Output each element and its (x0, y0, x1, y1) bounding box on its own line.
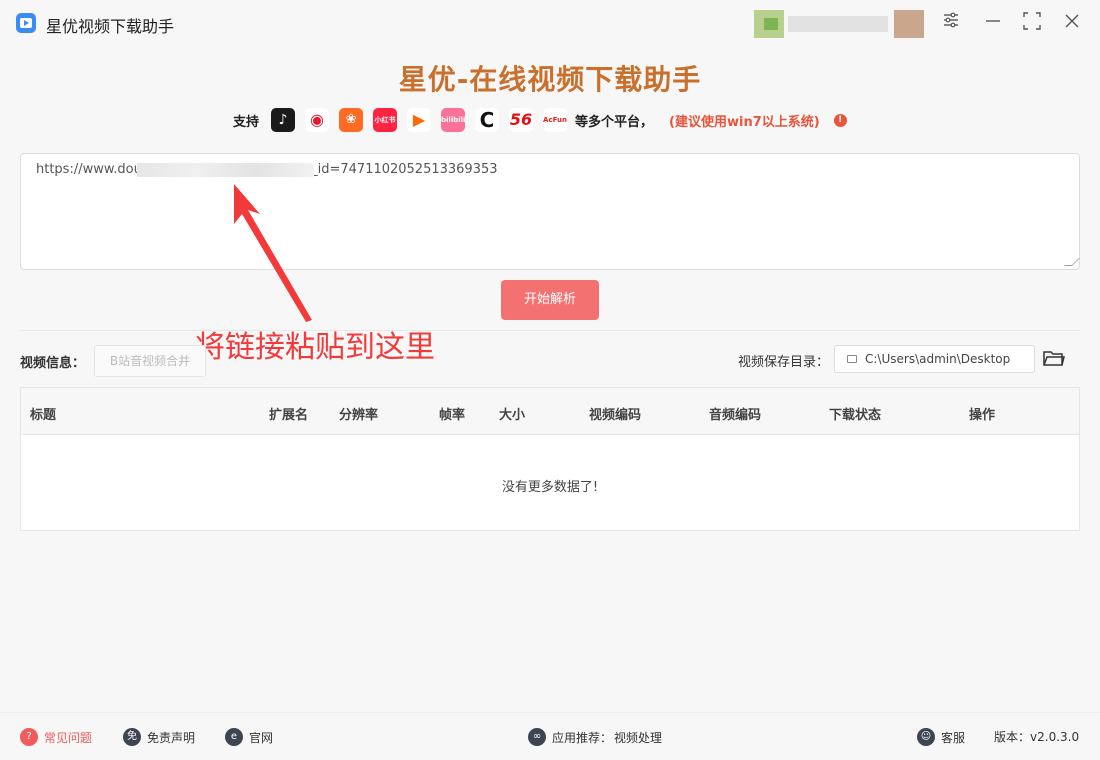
col-resolution: 分辨率 (339, 408, 379, 423)
annotation-text: 将链接粘贴到这里 (195, 330, 435, 365)
col-audio-codec: 音频编码 (709, 408, 762, 423)
col-status: 下载状态 (829, 408, 882, 423)
kuaishou-icon: ❀ (339, 108, 364, 132)
website-label: 官网 (249, 730, 274, 745)
save-path-value: C:\Users\admin\Desktop (865, 352, 1011, 366)
folder-small-icon (847, 355, 857, 363)
56-icon: 56 (509, 108, 534, 132)
video-info-label: 视频信息： (20, 356, 86, 371)
url-prefix: https://www.douj (36, 162, 146, 177)
info-icon[interactable]: ! (833, 113, 847, 127)
faq-link[interactable]: ? 常见问题 (20, 728, 92, 746)
support-icon: ☺ (917, 728, 935, 746)
tencent-video-icon: ▶ (407, 108, 432, 132)
user-avatar[interactable] (754, 10, 926, 38)
divider (20, 330, 1080, 331)
col-actions: 操作 (969, 408, 996, 423)
disclaimer-label: 免责声明 (147, 730, 196, 745)
version-label: 版本： (994, 730, 1031, 744)
footer: ? 常见问题 免 免责声明 e 官网 ∞ 应用推荐： 视频处理 ☺ 客服 版本：… (0, 712, 1100, 760)
maximize-icon[interactable] (1021, 12, 1043, 34)
question-icon: ? (20, 728, 38, 746)
resize-handle-icon[interactable] (1064, 258, 1080, 266)
bilibili-icon: bilibili (441, 108, 465, 132)
start-parse-button[interactable]: 开始解析 (501, 280, 599, 320)
brand-title: 星优-在线视频下载助手 (398, 63, 702, 96)
video-table: 标题 扩展名 分辨率 帧率 大小 视频编码 音频编码 下载状态 操作 没有更多数… (20, 387, 1080, 531)
support-label: 支持 (233, 114, 260, 130)
app-title: 星优视频下载助手 (46, 17, 175, 36)
open-folder-icon[interactable] (1043, 348, 1065, 368)
close-icon[interactable] (1061, 12, 1083, 34)
version-info: 版本： v2.0.3.0 (994, 728, 1079, 745)
settings-icon[interactable] (940, 12, 962, 34)
save-dir-label: 视频保存目录： (738, 355, 830, 370)
acfun-icon: AcFun (543, 108, 568, 132)
app-recommend[interactable]: ∞ 应用推荐： 视频处理 (528, 728, 662, 746)
xiaohongshu-icon: 小红书 (373, 108, 398, 132)
app-logo-icon (16, 13, 36, 33)
weibo-icon: ◉ (305, 108, 330, 132)
table-header: 标题 扩展名 分辨率 帧率 大小 视频编码 音频编码 下载状态 操作 (21, 388, 1079, 435)
douyin-icon: ♪ (271, 108, 296, 132)
link-icon: ∞ (528, 728, 546, 746)
disclaimer-icon: 免 (123, 728, 141, 746)
support-link[interactable]: ☺ 客服 (917, 728, 965, 746)
col-title: 标题 (30, 408, 57, 423)
url-suffix: l_id=7471102052513369353 (307, 162, 498, 177)
browser-icon: e (225, 728, 243, 746)
faq-label: 常见问题 (44, 730, 93, 745)
more-platforms-text: 等多个平台， (575, 114, 654, 130)
bilibili-merge-button[interactable]: B站音视频合并 (94, 345, 206, 377)
redacted-blur (137, 163, 314, 177)
version-value: v2.0.3.0 (1030, 729, 1080, 744)
col-ext: 扩展名 (269, 408, 309, 423)
supported-platforms: 支持 ♪ ◉ ❀ 小红书 ▶ bilibili C 56 AcFun 等多个平台… (233, 108, 847, 132)
minimize-icon[interactable] (982, 12, 1004, 34)
save-path-field[interactable]: C:\Users\admin\Desktop (834, 345, 1035, 373)
recommend-value: 视频处理 (614, 730, 663, 745)
col-video-codec: 视频编码 (589, 408, 642, 423)
disclaimer-link[interactable]: 免 免责声明 (123, 728, 195, 746)
empty-message: 没有更多数据了! (501, 480, 599, 495)
title-bar: 星优视频下载助手 (0, 0, 1100, 46)
recommend-label: 应用推荐： (552, 730, 613, 745)
website-link[interactable]: e 官网 (225, 728, 273, 746)
cc-icon: C (475, 108, 500, 132)
col-size: 大小 (499, 408, 526, 423)
support-label: 客服 (941, 730, 966, 745)
annotation-arrow-icon (234, 184, 312, 322)
system-note: (建议使用win7以上系统) (669, 114, 820, 130)
col-fps: 帧率 (439, 408, 466, 423)
